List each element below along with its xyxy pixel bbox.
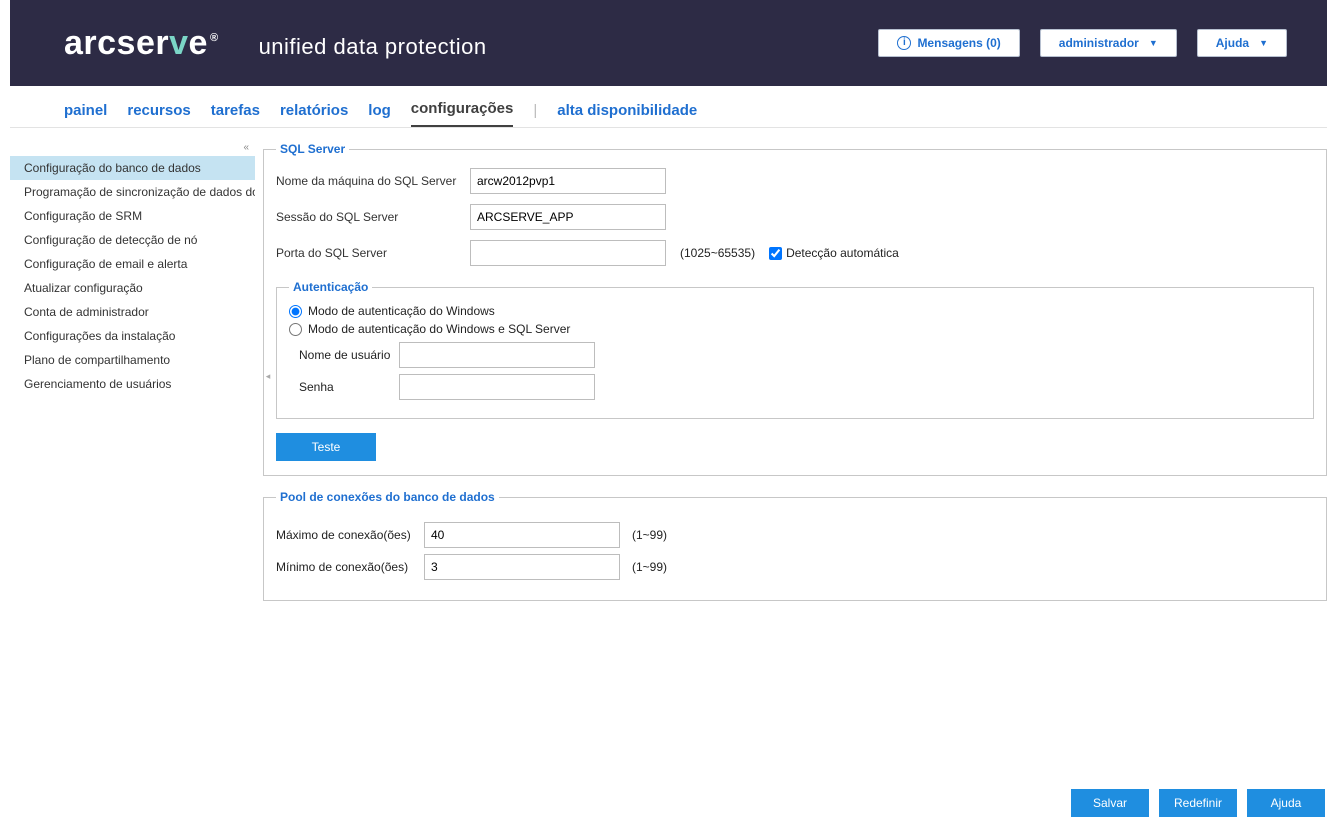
connection-pool-group: Pool de conexões do banco de dados Máxim… [263, 490, 1327, 601]
nav-painel[interactable]: painel [64, 102, 107, 127]
nav-log[interactable]: log [368, 102, 391, 127]
brand-text-v: v [169, 24, 188, 62]
save-button[interactable]: Salvar [1071, 789, 1149, 817]
main-nav: painel recursos tarefas relatórios log c… [10, 86, 1327, 128]
sql-port-input[interactable] [470, 240, 666, 266]
nav-relatorios[interactable]: relatórios [280, 102, 348, 127]
chevron-down-icon: ▼ [1149, 38, 1158, 48]
sidebar-item-user-mgmt[interactable]: Gerenciamento de usuários [10, 372, 255, 396]
pool-max-input[interactable] [424, 522, 620, 548]
sidebar-item-admin-account[interactable]: Conta de administrador [10, 300, 255, 324]
nav-tarefas[interactable]: tarefas [211, 102, 260, 127]
brand-reg-icon: ® [210, 32, 219, 44]
nav-separator: | [533, 102, 537, 127]
sidebar-list: Configuração do banco de dados Programaç… [10, 156, 255, 396]
sidebar-item-db-config[interactable]: Configuração do banco de dados [10, 156, 255, 180]
pool-min-hint: (1~99) [632, 560, 667, 574]
nav-recursos[interactable]: recursos [127, 102, 190, 127]
pool-max-hint: (1~99) [632, 528, 667, 542]
sidebar-item-srm-config[interactable]: Configuração de SRM [10, 204, 255, 228]
main-area: « Configuração do banco de dados Program… [0, 128, 1337, 827]
settings-content: ◂ SQL Server Nome da máquina do SQL Serv… [263, 142, 1327, 827]
sql-session-label: Sessão do SQL Server [276, 210, 462, 224]
admin-label: administrador [1059, 36, 1139, 50]
admin-menu-button[interactable]: administrador ▼ [1040, 29, 1177, 57]
info-icon: i [897, 36, 911, 50]
sidebar-item-install-config[interactable]: Configurações da instalação [10, 324, 255, 348]
content-footer: Salvar Redefinir Ajuda [263, 781, 1327, 827]
sql-server-legend: SQL Server [276, 142, 349, 156]
auth-mode-windows-radio[interactable] [289, 305, 302, 318]
help-menu-button[interactable]: Ajuda ▼ [1197, 29, 1287, 57]
sql-machine-input[interactable] [470, 168, 666, 194]
splitter-handle-icon[interactable]: ◂ [265, 362, 271, 390]
chevron-down-icon: ▼ [1259, 38, 1268, 48]
auth-legend: Autenticação [289, 280, 372, 294]
pool-min-label: Mínimo de conexão(ões) [276, 560, 416, 574]
settings-sidebar: « Configuração do banco de dados Program… [10, 142, 255, 827]
sidebar-item-email-alert[interactable]: Configuração de email e alerta [10, 252, 255, 276]
messages-label: Mensagens (0) [917, 36, 1000, 50]
sidebar-item-node-detect[interactable]: Configuração de detecção de nó [10, 228, 255, 252]
auth-pass-input[interactable] [399, 374, 595, 400]
test-button[interactable]: Teste [276, 433, 376, 461]
sql-port-hint: (1025~65535) [680, 246, 755, 260]
auth-mode-windows-label: Modo de autenticação do Windows [308, 304, 495, 318]
brand-subtitle: unified data protection [259, 34, 487, 60]
collapse-sidebar-icon[interactable]: « [243, 142, 249, 153]
sql-server-group: SQL Server Nome da máquina do SQL Server… [263, 142, 1327, 476]
auth-user-label: Nome de usuário [299, 348, 391, 362]
auth-mode-mixed-label: Modo de autenticação do Windows e SQL Se… [308, 322, 570, 336]
auth-mode-mixed-radio[interactable] [289, 323, 302, 336]
brand: arcserve® unified data protection [64, 24, 487, 63]
brand-logo: arcserve® [64, 24, 219, 63]
auth-group: Autenticação Modo de autenticação do Win… [276, 280, 1314, 419]
sidebar-item-share-plan[interactable]: Plano de compartilhamento [10, 348, 255, 372]
app-header: arcserve® unified data protection i Mens… [10, 0, 1327, 86]
sidebar-item-update-config[interactable]: Atualizar configuração [10, 276, 255, 300]
messages-button[interactable]: i Mensagens (0) [878, 29, 1019, 57]
sql-machine-label: Nome da máquina do SQL Server [276, 174, 462, 188]
brand-text-right: e [189, 24, 208, 62]
auth-user-input[interactable] [399, 342, 595, 368]
help-button[interactable]: Ajuda [1247, 789, 1325, 817]
nav-alta-disponibilidade[interactable]: alta disponibilidade [557, 102, 697, 127]
brand-text-left: arcser [64, 24, 169, 62]
sql-port-label: Porta do SQL Server [276, 246, 462, 260]
autodetect-label: Detecção automática [786, 246, 899, 260]
auth-pass-label: Senha [299, 380, 391, 394]
autodetect-checkbox[interactable] [769, 247, 782, 260]
reset-button[interactable]: Redefinir [1159, 789, 1237, 817]
sidebar-item-sync-schedule[interactable]: Programação de sincronização de dados do [10, 180, 255, 204]
help-label: Ajuda [1216, 36, 1249, 50]
nav-configuracoes[interactable]: configurações [411, 100, 514, 127]
connection-pool-legend: Pool de conexões do banco de dados [276, 490, 499, 504]
autodetect-checkbox-wrap[interactable]: Detecção automática [769, 246, 899, 260]
pool-min-input[interactable] [424, 554, 620, 580]
pool-max-label: Máximo de conexão(ões) [276, 528, 416, 542]
sql-session-input[interactable] [470, 204, 666, 230]
